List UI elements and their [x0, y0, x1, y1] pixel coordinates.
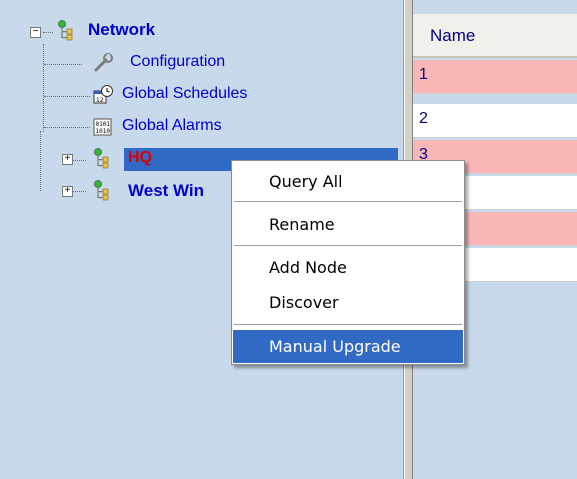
menu-item-manual-upgrade[interactable]: Manual Upgrade [233, 330, 463, 363]
tree-connector [40, 131, 41, 191]
tree-connector [43, 32, 53, 33]
tree-item-global-schedules[interactable]: Global Schedules [122, 85, 247, 103]
svg-text:0101: 0101 [96, 121, 111, 128]
menu-separator [234, 245, 462, 246]
menu-item-query-all[interactable]: Query All [233, 165, 463, 198]
table-row[interactable]: 2 [413, 104, 577, 138]
tree-item-global-alarms[interactable]: Global Alarms [122, 117, 222, 135]
network-node-icon [58, 20, 73, 41]
network-node-icon [94, 180, 109, 201]
network-node-icon [94, 148, 109, 169]
wrench-icon [94, 53, 113, 72]
tree-connector [44, 64, 82, 65]
tree-root-network[interactable]: Network [88, 20, 155, 40]
tree-node-hq[interactable]: HQ [128, 149, 152, 167]
calendar-clock-icon: 12 [93, 85, 113, 104]
tree-connector [44, 96, 90, 97]
binary-alarm-icon: 0101 1010 [93, 118, 112, 136]
menu-item-rename[interactable]: Rename [233, 208, 463, 241]
collapse-root-toggle[interactable]: − [30, 27, 41, 38]
column-header-name[interactable]: Name [413, 14, 577, 58]
tree-item-configuration[interactable]: Configuration [130, 53, 225, 71]
menu-separator [234, 324, 462, 325]
tree-connector [72, 191, 86, 192]
menu-item-add-node[interactable]: Add Node [233, 251, 463, 284]
expand-hq-toggle[interactable]: + [62, 154, 73, 165]
menu-item-discover[interactable]: Discover [233, 286, 463, 319]
menu-separator [234, 201, 462, 202]
svg-text:12: 12 [96, 97, 104, 104]
context-menu: Query All Rename Add Node Discover Manua… [231, 160, 465, 365]
table-row[interactable]: 1 [413, 60, 577, 94]
tree-connector [43, 44, 44, 132]
expand-west-toggle[interactable]: + [62, 186, 73, 197]
tree-connector [72, 160, 86, 161]
svg-text:1010: 1010 [96, 128, 111, 135]
tree-connector [44, 127, 90, 128]
tree-node-west[interactable]: West Win [128, 181, 204, 201]
